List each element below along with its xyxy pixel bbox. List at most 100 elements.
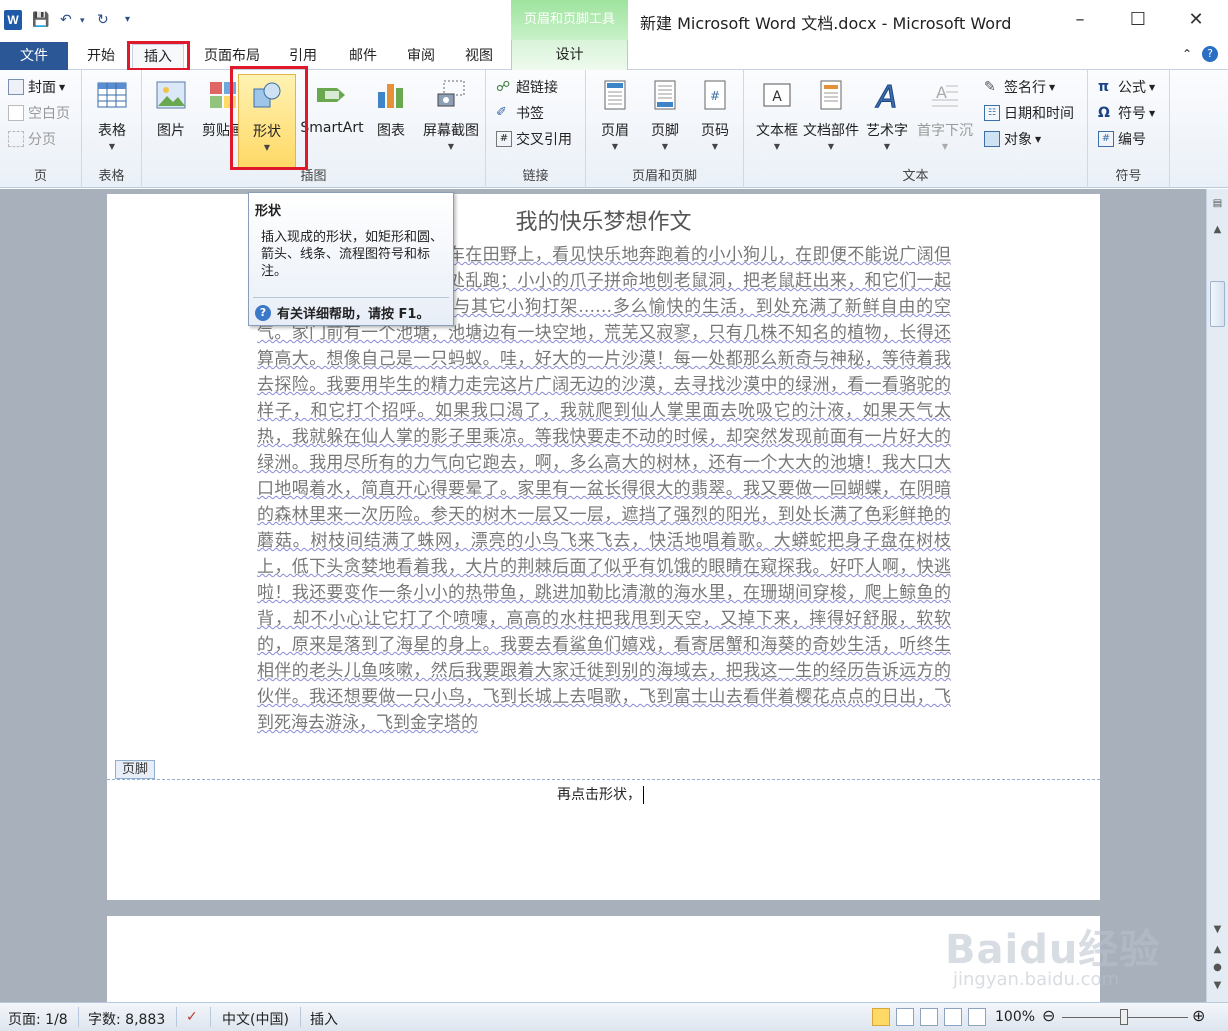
svg-text:A: A bbox=[936, 83, 947, 102]
word-app-icon[interactable]: W bbox=[4, 10, 22, 30]
status-word-count[interactable]: 字数: 8,883 bbox=[88, 1009, 165, 1029]
cross-reference-button[interactable]: # 交叉引用 bbox=[496, 128, 572, 150]
footer-tag: 页脚 bbox=[115, 760, 156, 779]
shapes-label: 形状 bbox=[253, 124, 281, 140]
tooltip-help: ? 有关详细帮助，请按 F1。 bbox=[255, 303, 429, 322]
previous-page-icon[interactable]: ▲ bbox=[1207, 941, 1228, 959]
zoom-slider-thumb[interactable] bbox=[1120, 1009, 1128, 1025]
wordart-button[interactable]: A 艺术字 ▼ bbox=[858, 74, 916, 162]
undo-dropdown-icon[interactable]: ▾ bbox=[80, 16, 85, 26]
tooltip-title: 形状 bbox=[255, 204, 282, 219]
textbox-dropdown-icon: ▼ bbox=[773, 142, 781, 151]
print-layout-icon[interactable] bbox=[872, 1008, 890, 1026]
table-button[interactable]: 表格 ▼ bbox=[83, 74, 141, 162]
page-break-button[interactable]: 分页 bbox=[8, 128, 56, 150]
vertical-scrollbar[interactable]: ▤ ▲ ▼ ▲ ● ▼ bbox=[1206, 189, 1228, 1002]
status-language[interactable]: 中文(中国) bbox=[222, 1009, 289, 1029]
group-links-label: 链接 bbox=[522, 169, 549, 184]
ribbon-insert: 封面 ▼ 空白页 分页 页 表格 ▼ 表格 图片 剪贴画 形状 ▼ SmartA… bbox=[0, 70, 1228, 188]
browse-object-icon[interactable]: ● bbox=[1207, 959, 1228, 977]
tab-references[interactable]: 引用 bbox=[280, 44, 326, 70]
date-time-label: 日期和时间 bbox=[1004, 106, 1074, 122]
help-icon[interactable]: ? bbox=[1202, 46, 1218, 62]
signature-line-label: 签名行 bbox=[1004, 80, 1046, 96]
shapes-button[interactable]: 形状 ▼ bbox=[238, 74, 296, 168]
table-dropdown-icon: ▼ bbox=[108, 142, 116, 151]
equation-button[interactable]: π 公式 ▼ bbox=[1098, 76, 1155, 98]
screenshot-dropdown-icon: ▼ bbox=[447, 142, 455, 151]
customize-qat-icon[interactable]: ▾ bbox=[125, 14, 130, 25]
ruler-toggle-icon[interactable]: ▤ bbox=[1207, 195, 1228, 213]
tab-home[interactable]: 开始 bbox=[78, 44, 124, 70]
screenshot-button[interactable]: 屏幕截图 ▼ bbox=[418, 74, 484, 162]
signature-line-button[interactable]: ✎ 签名行 ▼ bbox=[984, 76, 1055, 98]
web-layout-icon[interactable] bbox=[920, 1008, 938, 1026]
object-button[interactable]: 对象 ▼ bbox=[984, 128, 1041, 150]
zoom-out-icon[interactable]: ⊖ bbox=[1042, 1006, 1055, 1025]
smartart-label: SmartArt bbox=[300, 120, 364, 136]
save-icon[interactable]: 💾 bbox=[32, 12, 49, 28]
outline-view-icon[interactable] bbox=[944, 1008, 962, 1026]
scroll-up-icon[interactable]: ▲ bbox=[1207, 221, 1228, 239]
bookmark-button[interactable]: ✐ 书签 bbox=[496, 102, 544, 124]
cover-page-button[interactable]: 封面 ▼ bbox=[8, 76, 65, 98]
textbox-button[interactable]: A 文本框 ▼ bbox=[748, 74, 806, 162]
shapes-dropdown-icon: ▼ bbox=[263, 143, 271, 152]
zoom-in-icon[interactable]: ⊕ bbox=[1192, 1006, 1205, 1025]
status-insert-mode[interactable]: 插入 bbox=[310, 1009, 338, 1029]
drop-cap-button[interactable]: A 首字下沉 ▼ bbox=[914, 74, 976, 162]
scroll-down-icon[interactable]: ▼ bbox=[1207, 921, 1228, 939]
minimize-button[interactable]: – bbox=[1060, 6, 1100, 34]
signature-line-icon: ✎ bbox=[984, 79, 996, 95]
footer-text[interactable]: 再点击形状， bbox=[557, 784, 644, 804]
blank-page-button[interactable]: 空白页 bbox=[8, 102, 70, 124]
page-number-icon: # bbox=[704, 80, 726, 110]
close-button[interactable]: ✕ bbox=[1176, 6, 1216, 34]
draft-view-icon[interactable] bbox=[968, 1008, 986, 1026]
proofing-icon[interactable]: ✓ bbox=[186, 1009, 198, 1025]
date-time-button[interactable]: ☷ 日期和时间 bbox=[984, 102, 1074, 124]
group-pages: 封面 ▼ 空白页 分页 页 bbox=[0, 70, 82, 188]
status-separator bbox=[176, 1007, 177, 1027]
full-screen-reading-icon[interactable] bbox=[896, 1008, 914, 1026]
cross-reference-label: 交叉引用 bbox=[516, 132, 572, 148]
chart-button[interactable]: 图表 bbox=[362, 74, 420, 162]
next-page-icon[interactable]: ▼ bbox=[1207, 977, 1228, 995]
tab-insert[interactable]: 插入 bbox=[132, 44, 184, 71]
redo-icon[interactable]: ↻ bbox=[97, 12, 109, 28]
group-symbols: π 公式 ▼ Ω 符号 ▼ # 编号 符号 bbox=[1088, 70, 1170, 188]
group-text-label: 文本 bbox=[902, 169, 929, 184]
status-page[interactable]: 页面: 1/8 bbox=[8, 1009, 68, 1029]
chart-icon bbox=[378, 84, 403, 108]
equation-dropdown-icon: ▼ bbox=[1149, 82, 1156, 92]
smartart-button[interactable]: SmartArt bbox=[300, 74, 364, 162]
hyperlink-button[interactable]: ☍ 超链接 bbox=[496, 76, 558, 98]
tab-mailings[interactable]: 邮件 bbox=[340, 44, 386, 70]
zoom-level[interactable]: 100% bbox=[995, 1009, 1035, 1025]
picture-icon bbox=[156, 81, 186, 109]
number-button[interactable]: # 编号 bbox=[1098, 128, 1146, 150]
tab-page-layout[interactable]: 页面布局 bbox=[196, 44, 268, 70]
tab-design[interactable]: 设计 bbox=[511, 40, 628, 70]
tab-file[interactable]: 文件 bbox=[0, 42, 68, 70]
maximize-button[interactable]: ☐ bbox=[1118, 6, 1158, 34]
quick-parts-button[interactable]: 文档部件 ▼ bbox=[802, 74, 860, 162]
bookmark-icon: ✐ bbox=[496, 105, 507, 120]
equation-label: 公式 bbox=[1118, 80, 1146, 96]
textbox-label: 文本框 bbox=[756, 123, 798, 139]
symbol-button[interactable]: Ω 符号 ▼ bbox=[1098, 102, 1155, 124]
tab-view[interactable]: 视图 bbox=[456, 44, 502, 70]
group-illustrations: 图片 剪贴画 形状 ▼ SmartArt 图表 屏幕截图 ▼ 插图 bbox=[142, 70, 486, 188]
drop-cap-dropdown-icon: ▼ bbox=[941, 142, 949, 151]
wordart-icon: A bbox=[874, 80, 898, 113]
collapse-ribbon-icon[interactable]: ⌃ bbox=[1182, 47, 1192, 61]
group-text: A 文本框 ▼ 文档部件 ▼ A 艺术字 ▼ A 首字下沉 ▼ ✎ 签名行 ▼ ☷… bbox=[744, 70, 1088, 188]
page-number-button[interactable]: # 页码 ▼ bbox=[686, 74, 744, 162]
scroll-thumb[interactable] bbox=[1210, 281, 1225, 327]
picture-button[interactable]: 图片 bbox=[142, 74, 200, 162]
undo-icon[interactable]: ↶ bbox=[60, 12, 72, 28]
tab-review[interactable]: 审阅 bbox=[398, 44, 444, 70]
document-area[interactable]: 我的快乐梦想作文 多么渴望心灵的解放。骑车在田野上，看见快乐地奔跑着的小小狗儿，… bbox=[0, 189, 1206, 1002]
number-icon: # bbox=[1098, 131, 1114, 147]
group-pages-label: 页 bbox=[33, 169, 47, 184]
